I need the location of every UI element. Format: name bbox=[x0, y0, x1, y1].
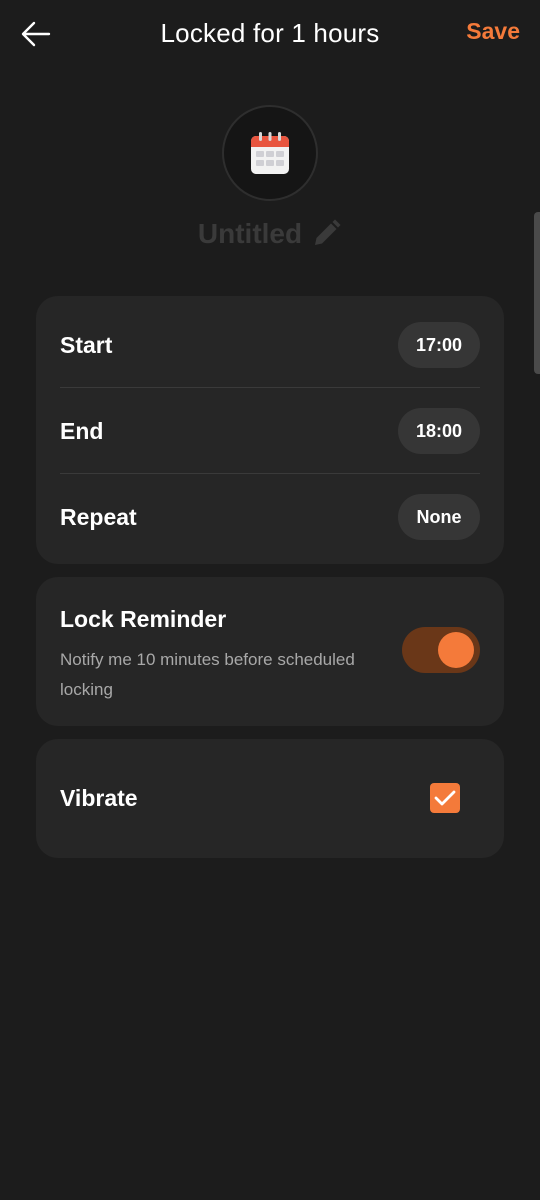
schedule-icon-button[interactable] bbox=[222, 105, 318, 201]
schedule-name-text: Untitled bbox=[197, 218, 303, 249]
vibrate-label: Vibrate bbox=[60, 785, 138, 811]
save-button[interactable]: Save bbox=[466, 18, 520, 45]
pencil-icon[interactable] bbox=[310, 218, 342, 250]
lock-reminder-toggle[interactable] bbox=[402, 627, 480, 673]
schedule-name[interactable]: Untitled bbox=[0, 218, 540, 250]
page-title: Locked for 1 hours bbox=[160, 18, 380, 48]
start-label: Start bbox=[60, 331, 113, 358]
start-row[interactable]: Start 17:00 bbox=[60, 302, 480, 388]
start-time-pill[interactable]: 17:00 bbox=[397, 322, 480, 368]
end-label: End bbox=[60, 417, 104, 444]
scrollbar[interactable] bbox=[534, 212, 540, 374]
end-row[interactable]: End 18:00 bbox=[60, 388, 480, 474]
vibrate-checkbox[interactable] bbox=[430, 783, 460, 813]
calendar-icon bbox=[251, 132, 289, 174]
repeat-row[interactable]: Repeat None bbox=[60, 474, 480, 560]
lock-reminder-description: Notify me 10 minutes before scheduled lo… bbox=[60, 650, 355, 699]
lock-reminder-card: Lock Reminder Notify me 10 minutes befor… bbox=[36, 577, 504, 726]
checkmark-icon bbox=[434, 790, 456, 806]
lock-schedule-screen: Locked for 1 hours Save Untitled Start 1… bbox=[0, 0, 540, 1200]
vibrate-card: Vibrate bbox=[36, 739, 504, 858]
end-time-pill[interactable]: 18:00 bbox=[397, 408, 480, 454]
toggle-knob bbox=[438, 632, 474, 668]
header: Locked for 1 hours Save bbox=[0, 0, 540, 68]
repeat-pill[interactable]: None bbox=[398, 494, 480, 540]
lock-reminder-title: Lock Reminder bbox=[60, 606, 227, 632]
repeat-label: Repeat bbox=[60, 503, 137, 530]
time-settings-card: Start 17:00 End 18:00 Repeat None bbox=[36, 296, 504, 564]
